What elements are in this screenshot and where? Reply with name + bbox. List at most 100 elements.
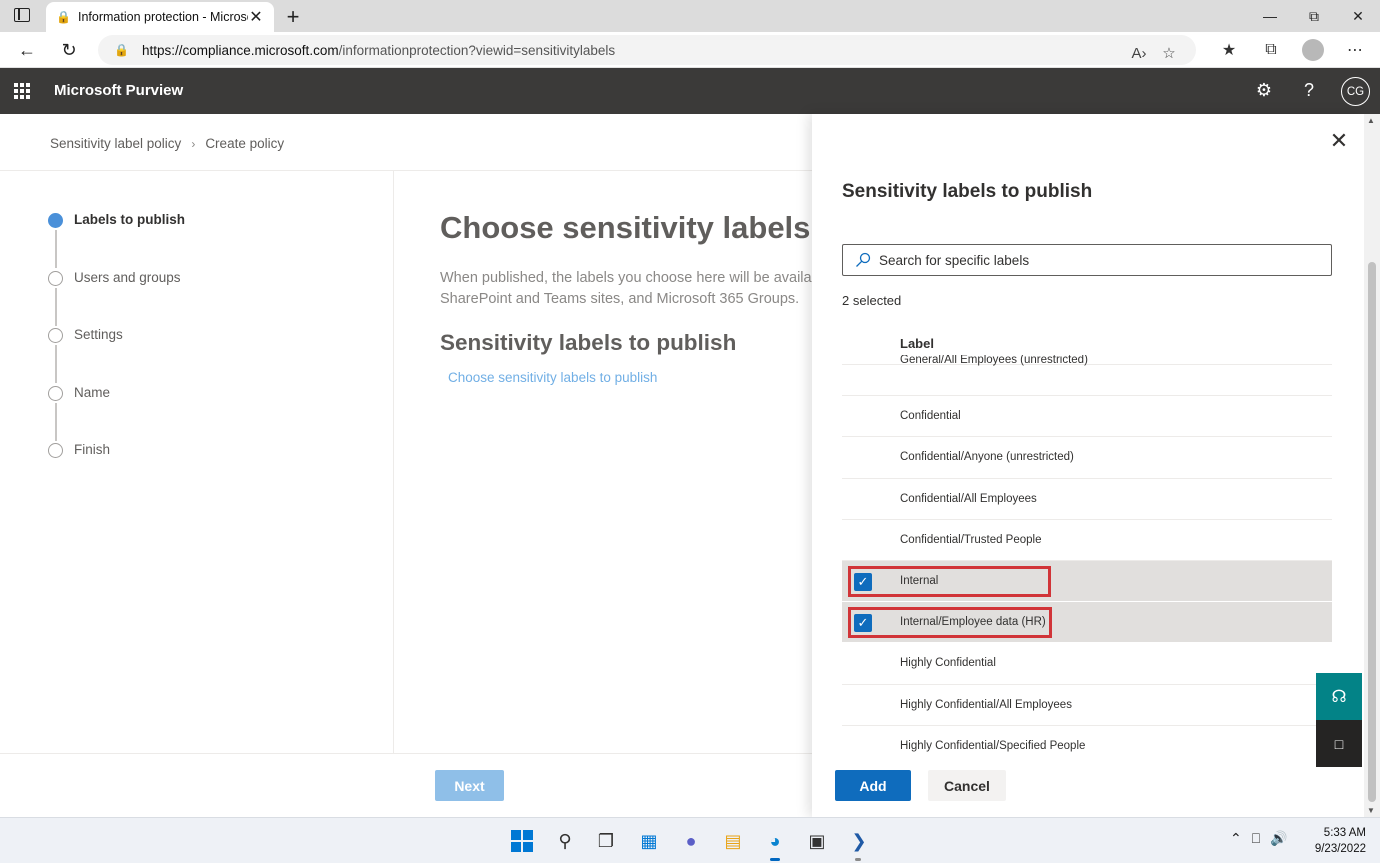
highlight-box xyxy=(848,565,1051,597)
url-input[interactable]: 🔒 https://compliance.microsoft.com /info… xyxy=(98,35,1196,65)
cancel-button[interactable]: Cancel xyxy=(928,770,1006,801)
step-connector xyxy=(54,345,57,383)
close-icon[interactable]: ✕ xyxy=(1328,128,1350,154)
add-button[interactable]: Add xyxy=(835,770,911,801)
browser-tab-strip: 🔒 Information protection - Microsc ✕ + —… xyxy=(0,0,1380,32)
refresh-button[interactable]: ↻ xyxy=(56,38,82,62)
label-row[interactable]: Confidential xyxy=(842,396,1332,438)
label-row[interactable]: Highly Confidential xyxy=(842,643,1332,685)
scroll-down-icon[interactable]: ▼ xyxy=(1367,806,1375,815)
wizard-steps: Labels to publish Users and groups Setti… xyxy=(48,212,185,500)
selected-count: 2 selected xyxy=(842,293,902,308)
headset-icon: ☊ xyxy=(1331,686,1347,706)
tab-actions-icon[interactable] xyxy=(14,8,30,22)
help-icon[interactable]: ? xyxy=(1297,80,1321,101)
page-description: When published, the labels you choose he… xyxy=(440,268,812,310)
label-row[interactable]: Confidential/Anyone (unrestricted) xyxy=(842,437,1332,479)
collections-icon[interactable]: ⧉ xyxy=(1250,38,1292,62)
next-button[interactable]: Next xyxy=(435,770,504,801)
chevron-up-icon[interactable]: ⌃ xyxy=(1230,830,1242,847)
step-label: Labels to publish xyxy=(74,212,186,227)
scroll-up-icon[interactable]: ▲ xyxy=(1367,116,1375,125)
checkbox-checked[interactable]: ✓ xyxy=(854,572,872,591)
step-label: Settings xyxy=(74,327,123,342)
clock-date: 9/23/2022 xyxy=(1314,843,1366,855)
system-tray: ⌃ ⎕ 🔊 xyxy=(1230,830,1298,847)
step-users-and-groups: Users and groups xyxy=(48,270,185,328)
active-app-indicator xyxy=(770,858,780,861)
label-row[interactable]: Highly Confidential/All Employees xyxy=(842,685,1332,726)
close-window-button[interactable]: ✕ xyxy=(1336,0,1380,32)
help-chat-button[interactable]: ☊ xyxy=(1316,673,1362,720)
divider xyxy=(393,171,394,753)
restore-button[interactable]: ⧉ xyxy=(1292,0,1336,32)
app-title[interactable]: Microsoft Purview xyxy=(54,82,183,99)
feedback-button[interactable]: □ xyxy=(1316,720,1362,767)
edge-browser-icon[interactable]: ◕ xyxy=(763,829,787,853)
page-scrollbar[interactable]: ▲ ▼ xyxy=(1364,114,1380,817)
step-indicator xyxy=(48,385,63,401)
label-row[interactable]: Confidential/Trusted People xyxy=(842,520,1332,561)
add-favorite-icon[interactable]: ☆ xyxy=(1154,41,1184,65)
start-button[interactable] xyxy=(510,829,534,853)
label-row[interactable]: Confidential/All Employees xyxy=(842,479,1332,520)
minimize-button[interactable]: — xyxy=(1248,0,1292,32)
more-options-icon[interactable]: ⋯ xyxy=(1334,38,1376,62)
search-icon[interactable]: ⚲ xyxy=(553,829,577,853)
app-launcher-icon[interactable] xyxy=(14,83,30,99)
search-input[interactable]: Search for specific labels xyxy=(842,244,1332,276)
app-header: Microsoft Purview ⚙ ? CG xyxy=(0,68,1380,114)
close-tab-icon[interactable]: ✕ xyxy=(248,7,264,27)
settings-icon[interactable]: ⚙ xyxy=(1252,80,1276,101)
choose-labels-link[interactable]: Choose sensitivity labels to publish xyxy=(448,370,657,385)
label-row-selected[interactable]: ✓ Internal/Employee data (HR) xyxy=(842,602,1332,644)
browser-tab[interactable]: 🔒 Information protection - Microsc ✕ xyxy=(46,2,274,32)
tab-title: Information protection - Microsc xyxy=(78,10,248,24)
read-aloud-icon[interactable]: A› xyxy=(1124,41,1154,65)
label-row[interactable]: Highly Confidential/Specified People xyxy=(842,726,1332,757)
label-name: General/All Employees (unrestricted) xyxy=(900,355,1088,366)
feedback-icon: □ xyxy=(1334,735,1344,752)
taskbar: ⚲ ❐ ▦ ● ▤ ◕ ▣ ❯ ⌃ ⎕ 🔊 5:33 AM 9/23/2022 xyxy=(0,817,1380,863)
profile-icon[interactable] xyxy=(1292,38,1334,62)
labels-panel: ✕ Sensitivity labels to publish Search f… xyxy=(812,114,1364,817)
label-name: Confidential xyxy=(900,410,961,423)
label-name: Highly Confidential xyxy=(900,657,996,670)
new-tab-button[interactable]: + xyxy=(282,4,304,30)
widgets-icon[interactable]: ▦ xyxy=(637,829,661,853)
clock-time: 5:33 AM xyxy=(1323,827,1366,839)
label-name: Internal/Employee data (HR) xyxy=(900,616,1046,629)
description-line: SharePoint and Teams sites, and Microsof… xyxy=(440,291,800,307)
breadcrumb-item-policy[interactable]: Sensitivity label policy xyxy=(50,136,181,151)
file-explorer-icon[interactable]: ▤ xyxy=(721,829,745,853)
checkbox-checked[interactable]: ✓ xyxy=(854,614,872,633)
window-controls: — ⧉ ✕ xyxy=(1248,0,1380,32)
label-name: Internal xyxy=(900,574,939,587)
powershell-icon[interactable]: ❯ xyxy=(847,829,871,853)
step-connector xyxy=(54,230,57,268)
label-name: Confidential/Anyone (unrestricted) xyxy=(900,451,1074,464)
favorites-icon[interactable]: ★ xyxy=(1208,38,1250,62)
step-label: Finish xyxy=(74,442,111,457)
scrollbar-thumb[interactable] xyxy=(1368,262,1376,802)
network-icon[interactable]: ⎕ xyxy=(1252,830,1260,847)
user-avatar[interactable]: CG xyxy=(1341,77,1370,106)
step-name: Name xyxy=(48,385,185,443)
task-view-icon[interactable]: ❐ xyxy=(594,829,618,853)
label-name: Confidential/All Employees xyxy=(900,492,1037,505)
store-icon[interactable]: ▣ xyxy=(805,829,829,853)
label-row-selected[interactable]: ✓ Internal xyxy=(842,560,1332,603)
teams-chat-icon[interactable]: ● xyxy=(679,829,703,853)
back-button[interactable]: ← xyxy=(14,38,40,62)
chevron-right-icon: › xyxy=(191,136,196,151)
page-title: Choose sensitivity labels to publish xyxy=(440,210,812,245)
url-path: /informationprotection?viewid=sensitivit… xyxy=(338,42,616,58)
step-labels-to-publish: Labels to publish xyxy=(48,212,185,270)
system-clock[interactable]: 5:33 AM 9/23/2022 xyxy=(1312,825,1366,857)
labels-list: General/All Employees (unrestricted) Con… xyxy=(842,355,1332,757)
label-name: Highly Confidential/All Employees xyxy=(900,698,1072,711)
step-indicator xyxy=(48,443,63,458)
step-connector xyxy=(54,402,57,441)
label-row[interactable]: General/All Employees (unrestricted) xyxy=(842,355,1332,397)
volume-icon[interactable]: 🔊 xyxy=(1270,830,1287,847)
